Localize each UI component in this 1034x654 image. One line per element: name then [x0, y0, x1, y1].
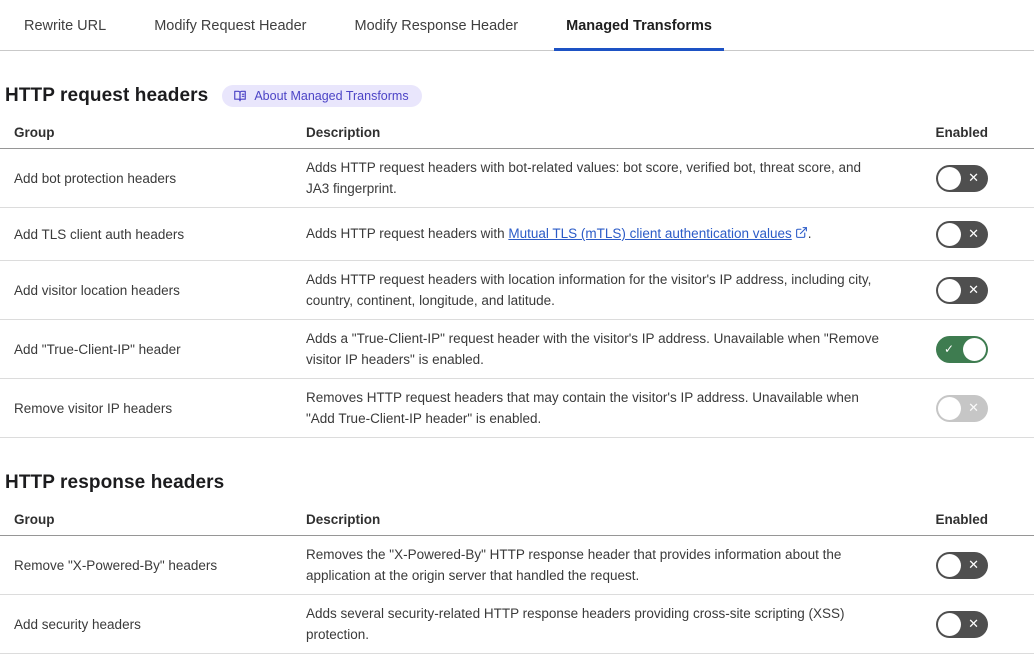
toggle-state-icon: ✕	[968, 165, 979, 192]
toggle-state-icon: ✕	[968, 395, 979, 422]
description-text: Adds HTTP request headers with bot-relat…	[306, 160, 861, 196]
row-group-label: Remove visitor IP headers	[0, 401, 306, 416]
enabled-toggle[interactable]: ✕	[936, 395, 988, 422]
row-toggle-cell: ✓	[898, 336, 1034, 363]
row-toggle-cell: ✕	[898, 277, 1034, 304]
toggle-knob	[938, 397, 961, 420]
row-description: Adds several security-related HTTP respo…	[306, 603, 898, 645]
tab-rewrite-url[interactable]: Rewrite URL	[12, 0, 118, 51]
toggle-state-icon: ✕	[968, 552, 979, 579]
tab-managed-transforms[interactable]: Managed Transforms	[554, 0, 724, 51]
description-text: Adds HTTP request headers with location …	[306, 272, 871, 308]
description-text: Adds several security-related HTTP respo…	[306, 606, 844, 642]
toggle-knob	[938, 223, 961, 246]
table-body: Remove "X-Powered-By" headers Removes th…	[0, 536, 1034, 654]
table-row: Add "True-Client-IP" header Adds a "True…	[0, 320, 1034, 379]
row-description: Adds HTTP request headers with bot-relat…	[306, 157, 898, 199]
enabled-toggle[interactable]: ✕	[936, 611, 988, 638]
section-http-request-headers: HTTP request headers About Managed Trans…	[0, 85, 1034, 438]
toggle-knob	[963, 338, 986, 361]
row-toggle-cell: ✕	[898, 611, 1034, 638]
table-row: Remove "X-Powered-By" headers Removes th…	[0, 536, 1034, 595]
description-link[interactable]: Mutual TLS (mTLS) client authentication …	[508, 226, 791, 241]
description-text: Removes HTTP request headers that may co…	[306, 390, 859, 426]
external-link-icon	[795, 224, 808, 245]
about-managed-transforms-badge[interactable]: About Managed Transforms	[222, 85, 421, 107]
toggle-state-icon: ✕	[968, 277, 979, 304]
table-header-row: Group Description Enabled	[0, 118, 1034, 149]
section-title: HTTP response headers	[5, 472, 224, 494]
row-toggle-cell: ✕	[898, 552, 1034, 579]
row-toggle-cell: ✕	[898, 395, 1034, 422]
row-description: Adds HTTP request headers with location …	[306, 269, 898, 311]
table-row: Add TLS client auth headers Adds HTTP re…	[0, 208, 1034, 261]
enabled-toggle[interactable]: ✕	[936, 552, 988, 579]
column-header-group: Group	[0, 512, 306, 527]
enabled-toggle[interactable]: ✕	[936, 277, 988, 304]
enabled-toggle[interactable]: ✕	[936, 221, 988, 248]
enabled-toggle[interactable]: ✓	[936, 336, 988, 363]
tab-label: Managed Transforms	[566, 18, 712, 34]
row-group-label: Add "True-Client-IP" header	[0, 342, 306, 357]
row-group-label: Remove "X-Powered-By" headers	[0, 558, 306, 573]
column-header-description: Description	[306, 512, 898, 527]
book-icon	[233, 89, 247, 103]
toggle-knob	[938, 613, 961, 636]
column-header-description: Description	[306, 125, 898, 140]
managed-transforms-page: Rewrite URL Modify Request Header Modify…	[0, 0, 1034, 654]
row-group-label: Add visitor location headers	[0, 283, 306, 298]
toggle-knob	[938, 554, 961, 577]
toggle-state-icon: ✓	[944, 336, 954, 363]
section-header: HTTP request headers About Managed Trans…	[0, 85, 1034, 107]
column-header-enabled: Enabled	[898, 512, 1034, 527]
section-http-response-headers: HTTP response headers Group Description …	[0, 472, 1034, 654]
section-title: HTTP request headers	[5, 85, 208, 107]
description-text: Adds HTTP request headers with	[306, 226, 508, 241]
sections: HTTP request headers About Managed Trans…	[0, 85, 1034, 654]
headers-table: Group Description Enabled Add bot protec…	[0, 118, 1034, 438]
description-text: .	[808, 226, 812, 241]
row-description: Removes HTTP request headers that may co…	[306, 387, 898, 429]
headers-table: Group Description Enabled Remove "X-Powe…	[0, 505, 1034, 654]
description-text: Adds a "True-Client-IP" request header w…	[306, 331, 879, 367]
table-header-row: Group Description Enabled	[0, 505, 1034, 536]
row-group-label: Add security headers	[0, 617, 306, 632]
tab-modify-request-header[interactable]: Modify Request Header	[142, 0, 318, 51]
toggle-state-icon: ✕	[968, 221, 979, 248]
table-row: Remove visitor IP headers Removes HTTP r…	[0, 379, 1034, 438]
section-header: HTTP response headers	[0, 472, 1034, 494]
tab-modify-response-header[interactable]: Modify Response Header	[343, 0, 531, 51]
toggle-knob	[938, 279, 961, 302]
table-row: Add visitor location headers Adds HTTP r…	[0, 261, 1034, 320]
row-toggle-cell: ✕	[898, 165, 1034, 192]
row-description: Removes the "X-Powered-By" HTTP response…	[306, 544, 898, 586]
toggle-state-icon: ✕	[968, 611, 979, 638]
row-description: Adds HTTP request headers with Mutual TL…	[306, 223, 898, 245]
row-toggle-cell: ✕	[898, 221, 1034, 248]
row-description: Adds a "True-Client-IP" request header w…	[306, 328, 898, 370]
row-group-label: Add bot protection headers	[0, 171, 306, 186]
tab-label: Modify Response Header	[355, 18, 519, 34]
table-row: Add bot protection headers Adds HTTP req…	[0, 149, 1034, 208]
table-row: Add security headers Adds several securi…	[0, 595, 1034, 654]
tab-label: Rewrite URL	[24, 18, 106, 34]
row-group-label: Add TLS client auth headers	[0, 227, 306, 242]
tab-label: Modify Request Header	[154, 18, 306, 34]
column-header-group: Group	[0, 125, 306, 140]
badge-label: About Managed Transforms	[254, 90, 408, 103]
description-text: Removes the "X-Powered-By" HTTP response…	[306, 547, 841, 583]
enabled-toggle[interactable]: ✕	[936, 165, 988, 192]
table-body: Add bot protection headers Adds HTTP req…	[0, 149, 1034, 438]
column-header-enabled: Enabled	[898, 125, 1034, 140]
tab-bar: Rewrite URL Modify Request Header Modify…	[0, 0, 1034, 51]
toggle-knob	[938, 167, 961, 190]
